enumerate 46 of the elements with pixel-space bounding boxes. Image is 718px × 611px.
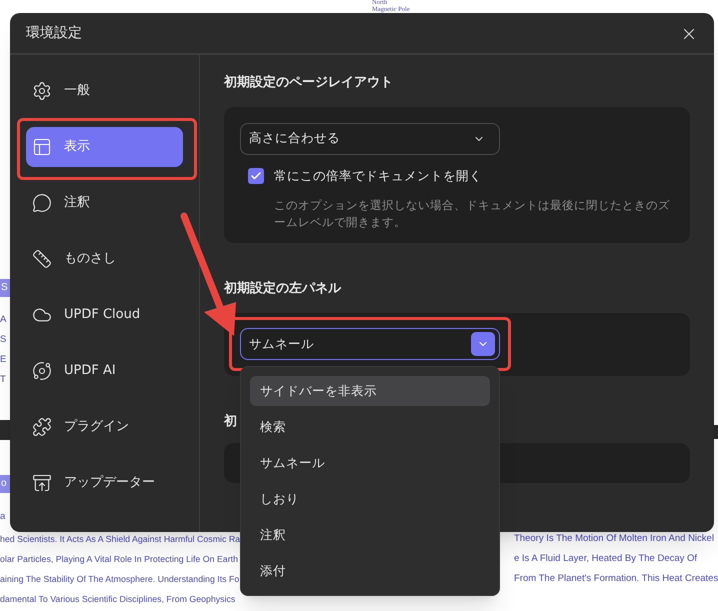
page-text: Theory Is The Motion Of Molten Iron And Nickel — [514, 533, 715, 545]
tray-upload-icon — [32, 473, 52, 493]
page-text: olar Particles, Playing A Vital Role In Protecting Life On Earth — [0, 553, 239, 565]
dropdown-option[interactable]: サイドバーを非表示 — [250, 376, 490, 406]
page-text: aining The Stability Of The Atmosphere. Understanding Its Fo — [0, 573, 240, 585]
speech-bubble-icon — [32, 193, 52, 213]
page-text: A — [0, 314, 6, 326]
page-text: E — [0, 354, 6, 366]
heading-tag: o — [0, 475, 10, 493]
dropdown-option[interactable]: 検索 — [250, 412, 490, 442]
check-icon — [250, 170, 262, 182]
dropdown-option[interactable]: 注釈 — [250, 520, 490, 550]
page-text: From The Planet's Formation. This Heat Creates — [514, 573, 718, 585]
sidebar-item[interactable]: ものさし — [26, 239, 183, 279]
sidebar-item[interactable]: 表示 — [26, 127, 183, 167]
puzzle-icon — [32, 417, 52, 437]
ruler-icon — [32, 249, 52, 269]
sidebar-item[interactable]: 注釈 — [26, 183, 183, 223]
sidebar-item[interactable]: UPDF Cloud — [26, 295, 183, 335]
sidebar-item[interactable]: 一般 — [26, 71, 183, 111]
dropdown-option[interactable]: サムネール — [250, 448, 490, 478]
dropdown-select[interactable]: サムネール — [240, 328, 500, 360]
settings-icon — [32, 81, 52, 101]
dropdown-select[interactable]: 高さに合わせる — [240, 122, 500, 154]
page-text: hed Scientists. It Acts As A Shield Against Harmful Cosmic Ra — [0, 533, 240, 545]
page-text: S — [0, 334, 6, 346]
section-title: 初期設定のページレイアウト — [224, 74, 394, 92]
page-text: e Is A Fluid Layer, Heated By The Decay Of — [514, 553, 698, 565]
sidebar-item[interactable]: アップデーター — [26, 463, 183, 503]
heading-tag: S — [0, 279, 10, 297]
description-text: このオプションを選択しない場合、ドキュメントは最後に閉じたときのズームレベルで開きます。 — [274, 197, 671, 232]
dropdown-option[interactable]: 添付 — [250, 556, 490, 586]
checkbox-label: 常にこの倍率でドキュメントを開く — [274, 166, 482, 184]
sidebar-item[interactable]: プラグイン — [26, 407, 183, 447]
layout-icon — [32, 137, 52, 157]
sidebar-item[interactable]: UPDF AI — [26, 351, 183, 391]
dropdown-option[interactable]: しおり — [250, 484, 490, 514]
caret-icon — [471, 332, 495, 356]
checkbox[interactable] — [248, 168, 264, 184]
section-title: 初 — [224, 412, 237, 431]
page-text: damental To Various Scientific Disciplines, From Geophysics — [0, 593, 236, 605]
page-text: a — [0, 511, 6, 523]
section-title: 初期設定の左パネル — [224, 280, 342, 298]
window-title: 環境設定 — [26, 24, 82, 43]
orbit-icon — [32, 361, 52, 381]
page-text: T — [0, 374, 6, 386]
